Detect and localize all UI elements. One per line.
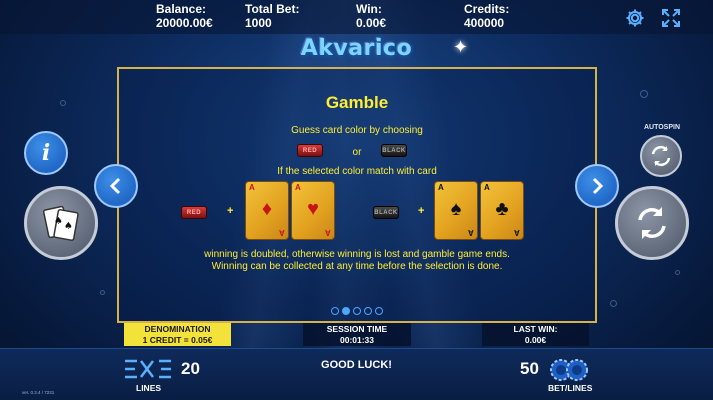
- page-indicator: [119, 307, 595, 315]
- card-ace-hearts: A ♥ A: [291, 181, 335, 240]
- version-text: ver. 0.3.4 / 7231: [22, 390, 55, 395]
- autospin-button[interactable]: [640, 135, 682, 177]
- card-ace-diamonds: A ♦ A: [245, 181, 289, 240]
- plus-sign: +: [418, 205, 425, 217]
- win-label: Win:: [356, 2, 382, 16]
- chevron-left-icon: [109, 177, 121, 195]
- fullscreen-icon: [662, 9, 680, 27]
- card-rank: A: [325, 228, 331, 237]
- or-text: or: [352, 147, 362, 158]
- diamond-suit-icon: ♦: [261, 198, 273, 220]
- page-dot[interactable]: [375, 307, 383, 315]
- info-button[interactable]: i: [24, 131, 68, 175]
- balance-value: 20000.00€: [156, 16, 213, 30]
- settings-button[interactable]: [624, 7, 646, 29]
- spade-suit-icon: ♠: [450, 198, 462, 220]
- result-text-line2: Winning can be collected at any time bef…: [211, 261, 503, 272]
- paytable-title: Gamble: [325, 93, 389, 112]
- bottom-bar: [0, 348, 713, 400]
- denomination-value: 1 CREDIT = 0.05€: [142, 335, 213, 345]
- svg-text:♠: ♠: [54, 216, 63, 227]
- credits-label: Credits:: [464, 2, 510, 16]
- card-rank: A: [279, 228, 285, 237]
- page-dot[interactable]: [364, 307, 372, 315]
- result-text-line1: winning is doubled, otherwise winning is…: [204, 249, 510, 260]
- spin-button[interactable]: [615, 186, 689, 260]
- card-ace-spades: A ♠ A: [434, 181, 478, 240]
- last-win-value: 0.00€: [524, 335, 547, 345]
- status-message: GOOD LUCK!: [321, 359, 392, 371]
- playing-cards-icon: ♠ ♠: [42, 205, 79, 241]
- bubble: [60, 100, 66, 106]
- total-bet-display: Total Bet: 1000: [245, 2, 299, 30]
- bubble: [675, 270, 680, 275]
- info-icon: i: [41, 140, 51, 166]
- next-page-button[interactable]: [575, 164, 619, 208]
- gear-icon: [626, 9, 644, 27]
- session-time-value: 00:01:33: [339, 335, 375, 345]
- card-rank: A: [514, 228, 520, 237]
- black-chip-text: BLACK: [382, 147, 406, 154]
- red-chip-icon: RED: [181, 206, 207, 219]
- win-display: Win: 0.00€: [356, 2, 386, 30]
- autospin-label: AUTOSPIN: [643, 124, 681, 131]
- red-chip-text: RED: [186, 209, 202, 216]
- heart-suit-icon: ♥: [307, 198, 319, 220]
- plus-sign: +: [227, 205, 234, 217]
- card-rank: A: [438, 183, 444, 192]
- card-rank: A: [295, 183, 301, 192]
- balance-label: Balance:: [156, 2, 207, 16]
- card-rank: A: [484, 183, 490, 192]
- session-time-label: SESSION TIME: [326, 324, 388, 334]
- last-win-label: LAST WIN:: [513, 324, 558, 334]
- fullscreen-button[interactable]: [660, 7, 682, 29]
- bubble: [640, 90, 648, 98]
- session-time-box: SESSION TIME 00:01:33: [303, 323, 411, 346]
- black-chip-icon: BLACK: [373, 206, 399, 219]
- paytable-panel: Gamble Guess card color by choosing RED …: [117, 67, 597, 323]
- previous-page-button[interactable]: [94, 164, 138, 208]
- page-dot-active[interactable]: [342, 307, 350, 315]
- card-ace-clubs: A ♣ A: [480, 181, 524, 240]
- card-rank: A: [249, 183, 255, 192]
- bet-per-line-count: 50: [520, 359, 539, 378]
- win-value: 0.00€: [356, 16, 387, 30]
- spin-icon: [638, 207, 666, 239]
- page-dot[interactable]: [353, 307, 361, 315]
- card-rank: A: [468, 228, 474, 237]
- bet-lines-label: BET/LINES: [548, 383, 593, 393]
- svg-text:♠: ♠: [64, 221, 73, 232]
- total-bet-label: Total Bet:: [245, 2, 300, 16]
- sparkle-icon: ✦: [453, 37, 469, 57]
- gamble-instruction: Guess card color by choosing: [291, 125, 423, 136]
- denomination-box[interactable]: DENOMINATION 1 CREDIT = 0.05€: [124, 323, 231, 346]
- chevron-right-icon: [592, 177, 604, 195]
- page-dot[interactable]: [331, 307, 339, 315]
- credits-value: 400000: [464, 16, 505, 30]
- bubble: [610, 300, 617, 307]
- gamble-button[interactable]: ♠ ♠: [24, 186, 98, 260]
- balance-display: Balance: 20000.00€: [156, 2, 213, 30]
- black-chip-text: BLACK: [374, 209, 398, 216]
- denomination-label: DENOMINATION: [144, 324, 211, 334]
- total-bet-value: 1000: [245, 16, 272, 30]
- lines-label: LINES: [136, 383, 162, 393]
- autospin-icon: [651, 145, 671, 167]
- chips-bet-selector-icon[interactable]: [547, 357, 591, 383]
- black-chip-icon: BLACK: [381, 144, 407, 157]
- bubble: [100, 290, 105, 295]
- last-win-box: LAST WIN: 0.00€: [482, 323, 589, 346]
- credits-display: Credits: 400000: [464, 2, 509, 30]
- game-logo: Akvarico: [300, 36, 413, 61]
- club-suit-icon: ♣: [495, 198, 509, 220]
- color-match-text: If the selected color match with card: [277, 166, 437, 177]
